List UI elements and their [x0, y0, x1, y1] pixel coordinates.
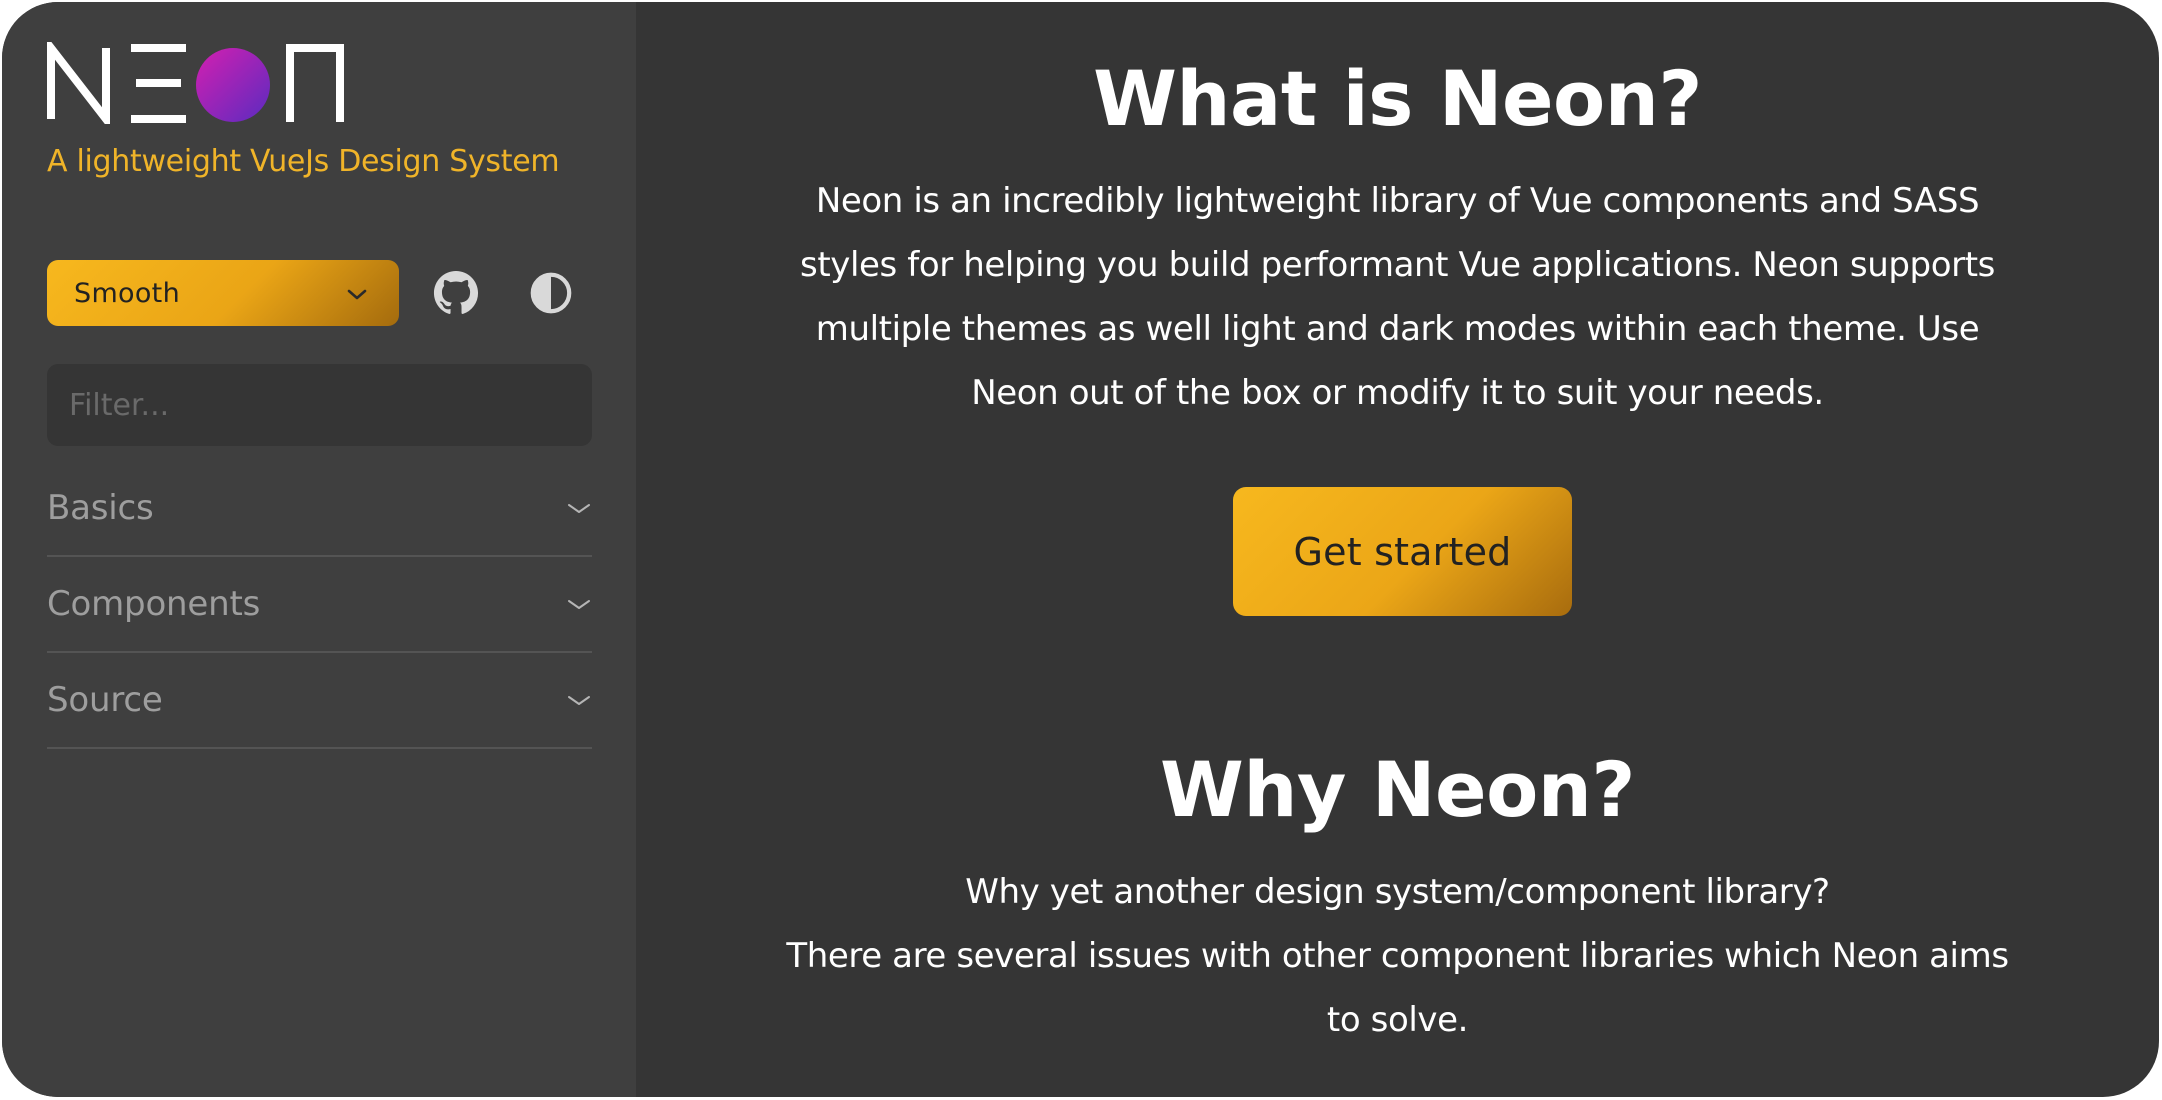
why-line: to solve. — [1326, 1000, 1469, 1040]
intro-line: multiple themes as well light and dark m… — [815, 309, 1980, 349]
intro-line: styles for helping you build performant … — [800, 245, 1995, 285]
contrast-icon[interactable] — [528, 270, 574, 316]
chevron-down-icon — [568, 504, 590, 513]
what-is-neon-heading: What is Neon? — [1093, 54, 1702, 143]
why-neon-heading: Why Neon? — [1160, 745, 1636, 834]
get-started-button[interactable]: Get started — [1233, 487, 1572, 616]
intro-paragraph: Neon is an incredibly lightweight librar… — [636, 169, 2159, 425]
sidebar-item-label: Source — [47, 680, 163, 720]
filter-input[interactable] — [47, 364, 592, 446]
intro-line: Neon is an incredibly lightweight librar… — [815, 181, 1980, 221]
sidebar-item-label: Components — [47, 584, 261, 624]
why-line: There are several issues with other comp… — [786, 936, 2009, 976]
sidebar: A lightweight VueJs Design System Smooth… — [2, 2, 636, 1097]
chevron-down-icon — [347, 289, 367, 300]
sidebar-item-basics[interactable]: Basics — [47, 461, 592, 557]
github-icon[interactable] — [433, 270, 479, 316]
why-line: Why yet another design system/component … — [965, 872, 1830, 912]
sidebar-item-label: Basics — [47, 488, 154, 528]
why-paragraph: Why yet another design system/component … — [636, 860, 2159, 1052]
chevron-down-icon — [568, 600, 590, 609]
sidebar-nav: Basics Components Source — [47, 461, 592, 749]
theme-select[interactable]: Smooth — [47, 260, 399, 326]
main-content: What is Neon? Neon is an incredibly ligh… — [636, 2, 2159, 1097]
get-started-label: Get started — [1293, 529, 1512, 574]
chevron-down-icon — [568, 696, 590, 705]
sidebar-item-source[interactable]: Source — [47, 653, 592, 749]
intro-line: Neon out of the box or modify it to suit… — [971, 373, 1824, 413]
theme-select-value: Smooth — [74, 277, 180, 309]
neon-logo[interactable] — [46, 42, 346, 124]
tagline: A lightweight VueJs Design System — [47, 144, 560, 179]
sidebar-item-components[interactable]: Components — [47, 557, 592, 653]
app-window: A lightweight VueJs Design System Smooth… — [2, 2, 2159, 1097]
